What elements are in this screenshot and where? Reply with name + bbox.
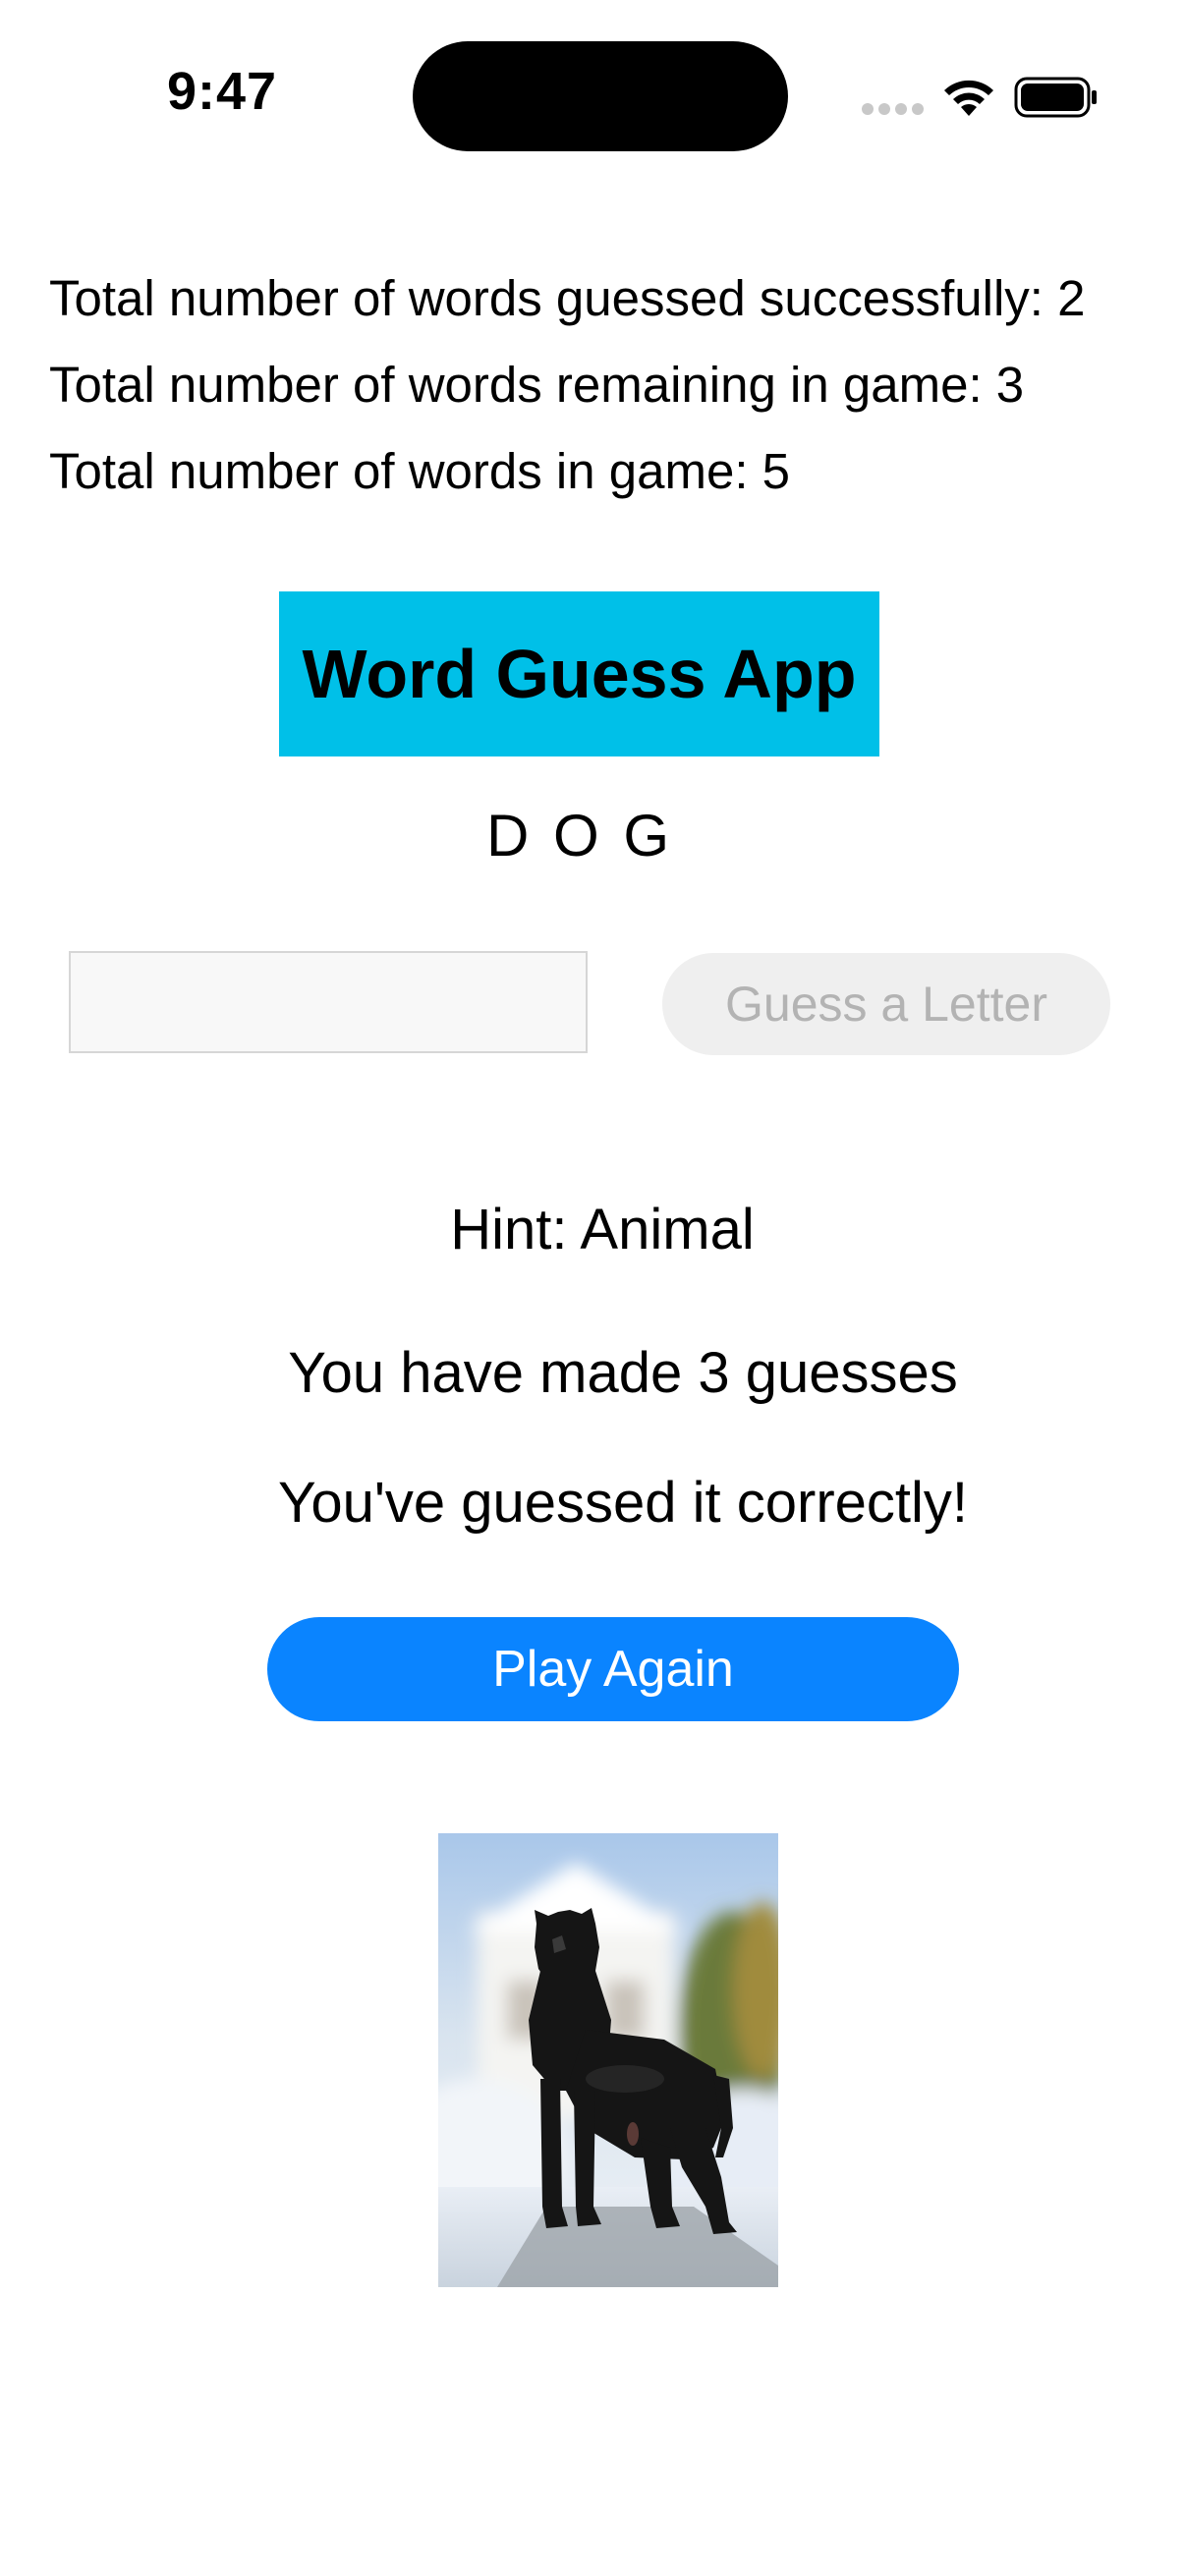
status-time: 9:47 <box>167 62 278 121</box>
stat-total-words: Total number of words in game: 5 <box>49 443 791 499</box>
dynamic-island <box>413 41 788 151</box>
hint-text: Hint: Animal <box>450 1198 755 1261</box>
cellular-signal-icon <box>862 103 924 115</box>
stat-words-remaining: Total number of words remaining in game:… <box>49 357 1025 413</box>
result-message: You've guessed it correctly! <box>277 1471 969 1535</box>
wifi-icon <box>944 80 993 116</box>
guess-letter-button[interactable]: Guess a Letter <box>662 953 1110 1055</box>
app-title-banner: Word Guess App <box>279 591 879 756</box>
word-display: D O G <box>485 803 673 868</box>
stat-guessed-successfully: Total number of words guessed successful… <box>49 270 1086 326</box>
battery-icon <box>1014 77 1097 118</box>
guess-count-text: You have made 3 guesses <box>288 1341 958 1405</box>
play-again-button[interactable]: Play Again <box>267 1617 959 1721</box>
app-title: Word Guess App <box>302 636 857 712</box>
dog-photo <box>438 1833 778 2287</box>
letter-input[interactable] <box>69 951 588 1053</box>
